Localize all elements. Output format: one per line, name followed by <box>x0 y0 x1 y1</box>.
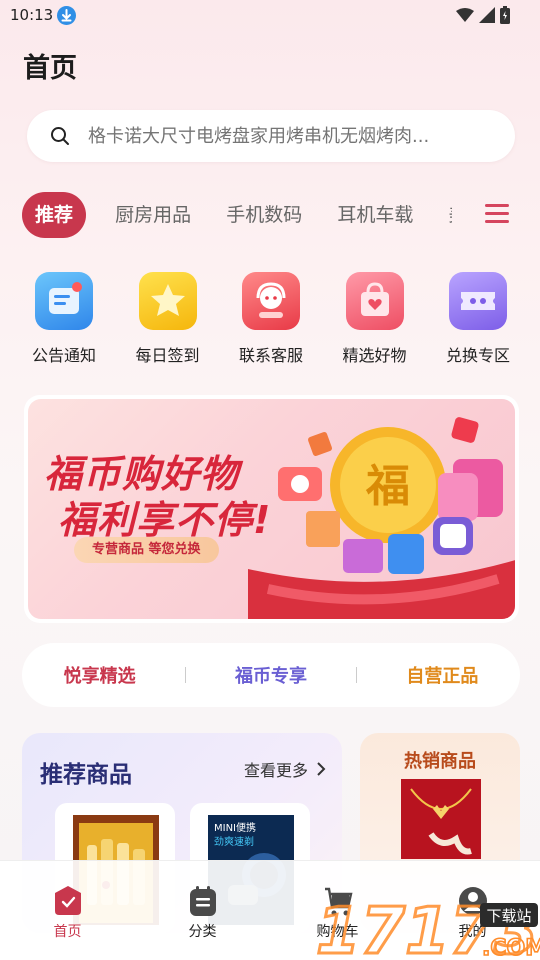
hot-title: 热销商品 <box>404 751 476 772</box>
ticket-icon <box>449 272 507 330</box>
banner-coin-char: 福 <box>365 461 410 512</box>
nav-label: 分类 <box>188 924 217 940</box>
page-title: 首页 <box>23 53 77 84</box>
banner-pill: 专营商品 等您兑换 <box>74 537 219 563</box>
tab-kitchen[interactable]: 厨房用品 <box>115 192 191 238</box>
search-input[interactable] <box>88 125 488 147</box>
nav-label: 购物车 <box>316 924 359 940</box>
quick-entry-checkin[interactable]: 每日签到 <box>120 272 216 366</box>
highlight-selected[interactable]: 悦享精选 <box>30 662 170 688</box>
customer-service-icon <box>242 272 300 330</box>
divider <box>184 667 186 683</box>
jewelry-image <box>401 779 481 859</box>
chevron-right-icon <box>317 762 326 776</box>
promo-banner[interactable]: 福币购好物 福利享不停! 专营商品 等您兑换 福 <box>24 395 519 623</box>
quick-entry-announcement[interactable]: 公告通知 <box>16 272 112 366</box>
tab-recommend[interactable]: 推荐 <box>22 192 87 238</box>
product-subtag: 劲爽速剃 <box>214 836 254 848</box>
wifi-icon <box>456 8 474 22</box>
nav-label: 我的 <box>458 924 487 940</box>
category-tabs: 推荐 厨房用品 手机数码 耳机车载 美 <box>22 192 452 238</box>
quick-entry-label: 精选好物 <box>342 346 407 365</box>
nav-category[interactable]: 分类 <box>153 861 253 960</box>
tab-beauty[interactable]: 美 <box>448 192 452 238</box>
battery-icon <box>500 6 510 24</box>
star-checkin-icon <box>138 272 197 330</box>
quick-entry-label: 联系客服 <box>238 346 303 365</box>
tab-digital[interactable]: 手机数码 <box>226 192 302 238</box>
quick-entry-selected[interactable]: 精选好物 <box>327 272 423 366</box>
quick-entry-label: 公告通知 <box>31 346 96 365</box>
highlight-self-operated[interactable]: 自营正品 <box>372 662 512 688</box>
quick-entry-exchange[interactable]: 兑换专区 <box>430 272 526 366</box>
banner-headline-2: 福利享不停! <box>58 498 272 542</box>
tab-earphone-car[interactable]: 耳机车载 <box>337 192 413 238</box>
nav-label: 首页 <box>53 924 82 940</box>
quick-entry-label: 每日签到 <box>135 346 200 365</box>
quick-entry-label: 兑换专区 <box>445 346 510 365</box>
recommend-title: 推荐商品 <box>40 762 132 788</box>
view-more-link[interactable]: 查看更多 <box>244 757 328 781</box>
cart-icon <box>324 887 353 916</box>
category-list-icon <box>189 886 216 916</box>
banner-gift-illustration: 福 <box>248 417 515 619</box>
promo-banner-image: 福币购好物 福利享不停! 专营商品 等您兑换 福 <box>28 399 515 619</box>
divider <box>356 667 358 683</box>
product-tag: MINI便携 <box>214 821 256 834</box>
download-icon <box>57 6 76 25</box>
nav-home[interactable]: 首页 <box>18 861 118 960</box>
bottom-nav: 首页 分类 购物车 我的 <box>0 860 540 960</box>
view-more-label: 查看更多 <box>243 761 308 780</box>
hot-product-image[interactable] <box>401 779 481 859</box>
shopping-bag-icon <box>345 272 404 330</box>
profile-icon <box>458 887 487 915</box>
status-bar: 10:13 <box>0 0 540 32</box>
nav-profile[interactable]: 我的 <box>423 861 523 960</box>
quick-entry-row: 公告通知 每日签到 联系客服 精选好物 兑换专区 <box>16 272 526 366</box>
search-icon <box>51 127 69 145</box>
highlight-strip: 悦享精选 福币专享 自营正品 <box>22 643 520 707</box>
home-icon <box>54 886 81 915</box>
announcement-icon <box>35 272 93 330</box>
highlight-coin-exclusive[interactable]: 福币专享 <box>201 662 341 688</box>
signal-icon <box>479 7 495 23</box>
status-time: 10:13 <box>10 6 54 24</box>
category-menu-icon[interactable] <box>485 204 509 224</box>
quick-entry-service[interactable]: 联系客服 <box>223 272 319 366</box>
status-icons <box>456 5 510 25</box>
search-bar[interactable] <box>27 110 515 162</box>
nav-cart[interactable]: 购物车 <box>288 861 388 960</box>
